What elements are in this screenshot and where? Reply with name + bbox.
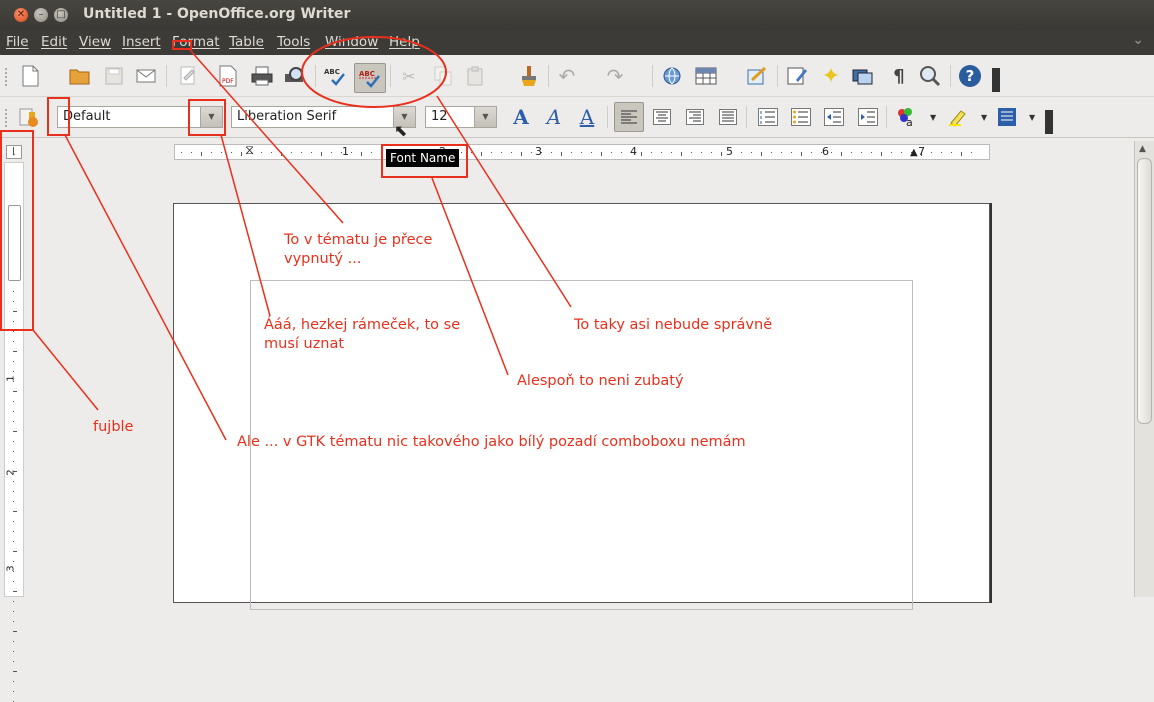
- annotation-not-correct: To taky asi nebude správně: [574, 317, 773, 333]
- ruler-tick: [13, 621, 14, 622]
- ruler-tick: [13, 681, 14, 682]
- annotation-ellipse: [301, 36, 447, 108]
- ruler-tick: [13, 611, 14, 612]
- ruler-tick: [13, 641, 14, 642]
- ruler-tick: [13, 651, 14, 652]
- annotation-not-jagged: Alespoň to neni zubatý: [517, 373, 684, 389]
- ruler-tick: [13, 601, 14, 602]
- annotation-lines: [32, 36, 572, 441]
- annotation-fujble: fujble: [93, 419, 134, 435]
- annotation-white-bg: Ale ... v GTK tématu nic takového jako b…: [237, 434, 746, 450]
- annotation-frame: Ááá, hezkej rámeček, to se musí uznat: [264, 317, 461, 352]
- annotation-line: [32, 329, 99, 411]
- annotation-line: [220, 134, 271, 317]
- ruler-tick: [13, 671, 17, 672]
- ruler-tick: [13, 661, 14, 662]
- annotation-theme-disabled: To v tématu je přece vypnutý ...: [284, 232, 433, 267]
- annotation-line: [436, 95, 572, 308]
- annotation-line: [64, 134, 227, 441]
- ruler-tick: [13, 691, 14, 692]
- ruler-tick: [13, 631, 17, 632]
- annotation-line: [189, 49, 344, 224]
